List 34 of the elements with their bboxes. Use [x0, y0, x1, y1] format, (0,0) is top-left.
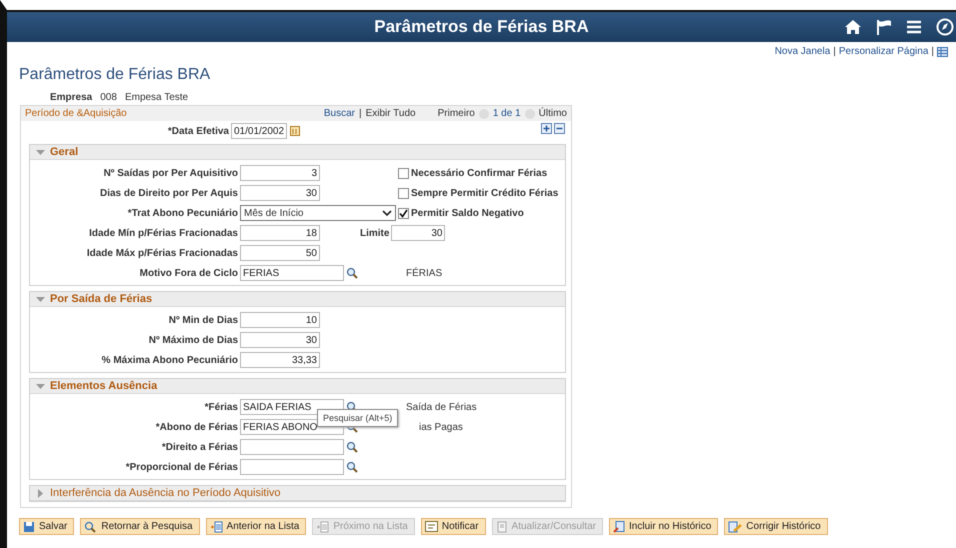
field-label: *Férias [204, 402, 239, 412]
checkbox-label: Necessário Confirmar Férias [411, 168, 548, 178]
field-label: Limite [360, 228, 390, 238]
field-description: FÉRIAS [406, 268, 442, 278]
separator: | [931, 46, 934, 57]
field-label: *Proporcional de Férias [124, 462, 239, 472]
company-label: Empresa [50, 92, 92, 103]
field-label: *Direito a Férias [160, 442, 239, 452]
field-label: Nº Máximo de Dias [148, 334, 239, 346]
field-label: Nº Saídas por Per Aquisitivo [102, 168, 239, 178]
page-title: Parâmetros de Férias BRA [19, 66, 212, 84]
company-name: Empesa Teste [124, 92, 188, 103]
field-label: Idade Mín p/Férias Fracionadas [88, 228, 239, 238]
checkbox-label: Permitir Saldo Negativo [411, 208, 524, 218]
field-label: Nº Min de Dias [168, 314, 239, 326]
grid-title: Período de &Aquisição [25, 108, 127, 119]
first-text: Primeiro [438, 108, 475, 119]
company-code: 008 [100, 92, 117, 103]
field-label: Dias de Direito por Per Aquis [99, 188, 239, 198]
last-text: Último [538, 108, 567, 119]
checkbox-label: Sempre Permitir Crédito Férias [411, 188, 558, 198]
separator: | [833, 46, 836, 57]
field-label: Idade Máx p/Férias Fracionadas [86, 248, 239, 258]
field-label: *Trat Abono Pecuniário [126, 208, 239, 218]
field-label: *Abono de Férias [154, 422, 239, 432]
field-description: Saída de Férias [406, 402, 477, 412]
field-label: % Máxima Abono Pecuniário [100, 354, 239, 366]
view-all-text: Exibir Tudo [366, 108, 416, 119]
header-title: Parâmetros de Férias BRA [374, 17, 589, 37]
field-description: ias Pagas [419, 422, 463, 432]
separator: | [358, 108, 362, 119]
tooltip: Pesquisar (Alt+5) [317, 409, 398, 427]
field-label: Motivo Fora de Ciclo [138, 268, 239, 278]
field-label: *Data Efetiva [166, 126, 230, 136]
